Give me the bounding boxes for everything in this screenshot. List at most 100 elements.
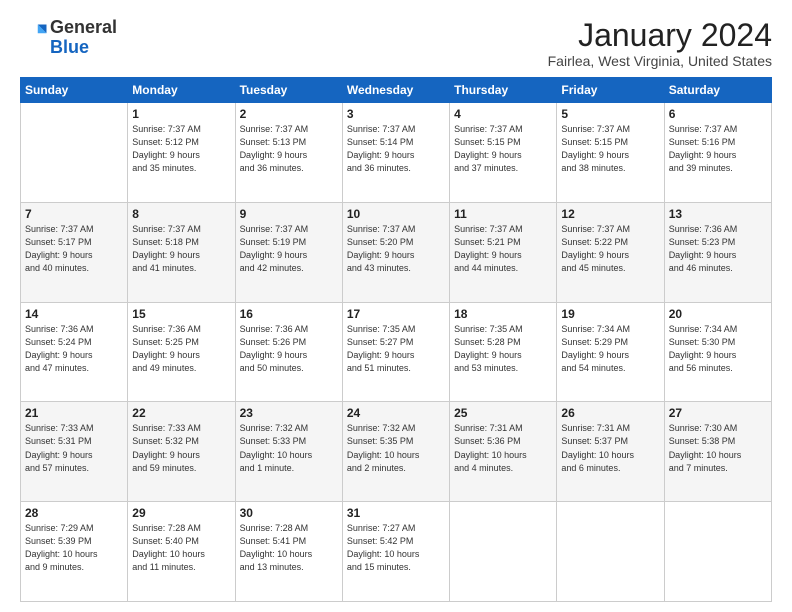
calendar-cell: 11 Sunrise: 7:37 AM Sunset: 5:21 PM Dayli… — [450, 202, 557, 302]
calendar-header-thursday: Thursday — [450, 78, 557, 103]
day-info: Sunrise: 7:35 AM Sunset: 5:28 PM Dayligh… — [454, 323, 552, 375]
calendar-week-row: 28 Sunrise: 7:29 AM Sunset: 5:39 PM Dayli… — [21, 502, 772, 602]
calendar-cell: 17 Sunrise: 7:35 AM Sunset: 5:27 PM Dayli… — [342, 302, 449, 402]
calendar-cell: 20 Sunrise: 7:34 AM Sunset: 5:30 PM Dayli… — [664, 302, 771, 402]
day-info: Sunrise: 7:28 AM Sunset: 5:40 PM Dayligh… — [132, 522, 230, 574]
day-number: 12 — [561, 207, 659, 221]
calendar-cell: 24Sunrise: 7:32 AM Sunset: 5:35 PM Dayli… — [342, 402, 449, 502]
calendar-week-row: 7 Sunrise: 7:37 AM Sunset: 5:17 PM Daylig… — [21, 202, 772, 302]
page: General Blue January 2024 Fairlea, West … — [0, 0, 792, 612]
calendar-cell — [664, 502, 771, 602]
day-number: 7 — [25, 207, 123, 221]
day-number: 22 — [132, 406, 230, 420]
day-number: 15 — [132, 307, 230, 321]
day-info: Sunrise: 7:37 AM Sunset: 5:15 PM Dayligh… — [561, 123, 659, 175]
day-number: 29 — [132, 506, 230, 520]
calendar-cell: 9 Sunrise: 7:37 AM Sunset: 5:19 PM Daylig… — [235, 202, 342, 302]
month-title: January 2024 — [548, 18, 772, 53]
day-info: Sunrise: 7:37 AM Sunset: 5:14 PM Dayligh… — [347, 123, 445, 175]
calendar-cell — [21, 103, 128, 203]
calendar-cell: 2Sunrise: 7:37 AM Sunset: 5:13 PM Daylig… — [235, 103, 342, 203]
day-info: Sunrise: 7:34 AM Sunset: 5:29 PM Dayligh… — [561, 323, 659, 375]
calendar-cell: 26 Sunrise: 7:31 AM Sunset: 5:37 PM Dayli… — [557, 402, 664, 502]
day-info: Sunrise: 7:35 AM Sunset: 5:27 PM Dayligh… — [347, 323, 445, 375]
day-info: Sunrise: 7:30 AM Sunset: 5:38 PM Dayligh… — [669, 422, 767, 474]
day-info: Sunrise: 7:36 AM Sunset: 5:23 PM Dayligh… — [669, 223, 767, 275]
day-info: Sunrise: 7:37 AM Sunset: 5:15 PM Dayligh… — [454, 123, 552, 175]
calendar-table: SundayMondayTuesdayWednesdayThursdayFrid… — [20, 77, 772, 602]
day-info: Sunrise: 7:37 AM Sunset: 5:19 PM Dayligh… — [240, 223, 338, 275]
day-number: 2 — [240, 107, 338, 121]
location-title: Fairlea, West Virginia, United States — [548, 53, 772, 69]
logo-blue: Blue — [50, 37, 89, 57]
day-number: 17 — [347, 307, 445, 321]
day-info: Sunrise: 7:37 AM Sunset: 5:21 PM Dayligh… — [454, 223, 552, 275]
day-number: 18 — [454, 307, 552, 321]
day-number: 6 — [669, 107, 767, 121]
day-number: 4 — [454, 107, 552, 121]
calendar-cell: 14 Sunrise: 7:36 AM Sunset: 5:24 PM Dayli… — [21, 302, 128, 402]
calendar-cell: 31 Sunrise: 7:27 AM Sunset: 5:42 PM Dayli… — [342, 502, 449, 602]
day-number: 23 — [240, 406, 338, 420]
calendar-header-saturday: Saturday — [664, 78, 771, 103]
day-number: 28 — [25, 506, 123, 520]
calendar-cell: 27 Sunrise: 7:30 AM Sunset: 5:38 PM Dayli… — [664, 402, 771, 502]
calendar-cell: 28 Sunrise: 7:29 AM Sunset: 5:39 PM Dayli… — [21, 502, 128, 602]
day-info: Sunrise: 7:37 AM Sunset: 5:18 PM Dayligh… — [132, 223, 230, 275]
calendar-week-row: 21Sunrise: 7:33 AM Sunset: 5:31 PM Dayli… — [21, 402, 772, 502]
calendar-cell: 29 Sunrise: 7:28 AM Sunset: 5:40 PM Dayli… — [128, 502, 235, 602]
logo-general: General — [50, 17, 117, 37]
calendar-cell: 21Sunrise: 7:33 AM Sunset: 5:31 PM Dayli… — [21, 402, 128, 502]
calendar-cell: 8 Sunrise: 7:37 AM Sunset: 5:18 PM Daylig… — [128, 202, 235, 302]
calendar-header-friday: Friday — [557, 78, 664, 103]
day-number: 20 — [669, 307, 767, 321]
day-info: Sunrise: 7:36 AM Sunset: 5:26 PM Dayligh… — [240, 323, 338, 375]
header: General Blue January 2024 Fairlea, West … — [20, 18, 772, 69]
calendar-cell — [557, 502, 664, 602]
calendar-cell: 13 Sunrise: 7:36 AM Sunset: 5:23 PM Dayli… — [664, 202, 771, 302]
logo-icon — [22, 21, 50, 49]
day-number: 19 — [561, 307, 659, 321]
day-number: 5 — [561, 107, 659, 121]
day-info: Sunrise: 7:28 AM Sunset: 5:41 PM Dayligh… — [240, 522, 338, 574]
day-number: 9 — [240, 207, 338, 221]
day-info: Sunrise: 7:37 AM Sunset: 5:12 PM Dayligh… — [132, 123, 230, 175]
calendar-header-row: SundayMondayTuesdayWednesdayThursdayFrid… — [21, 78, 772, 103]
calendar-header-wednesday: Wednesday — [342, 78, 449, 103]
day-number: 10 — [347, 207, 445, 221]
day-number: 1 — [132, 107, 230, 121]
calendar-week-row: 1 Sunrise: 7:37 AM Sunset: 5:12 PM Daylig… — [21, 103, 772, 203]
calendar-cell: 7 Sunrise: 7:37 AM Sunset: 5:17 PM Daylig… — [21, 202, 128, 302]
day-number: 26 — [561, 406, 659, 420]
day-info: Sunrise: 7:37 AM Sunset: 5:22 PM Dayligh… — [561, 223, 659, 275]
day-info: Sunrise: 7:27 AM Sunset: 5:42 PM Dayligh… — [347, 522, 445, 574]
day-number: 11 — [454, 207, 552, 221]
calendar-cell: 15Sunrise: 7:36 AM Sunset: 5:25 PM Dayli… — [128, 302, 235, 402]
day-info: Sunrise: 7:37 AM Sunset: 5:17 PM Dayligh… — [25, 223, 123, 275]
day-info: Sunrise: 7:36 AM Sunset: 5:24 PM Dayligh… — [25, 323, 123, 375]
day-number: 30 — [240, 506, 338, 520]
calendar-cell: 25Sunrise: 7:31 AM Sunset: 5:36 PM Dayli… — [450, 402, 557, 502]
day-number: 13 — [669, 207, 767, 221]
calendar-cell: 16Sunrise: 7:36 AM Sunset: 5:26 PM Dayli… — [235, 302, 342, 402]
day-info: Sunrise: 7:34 AM Sunset: 5:30 PM Dayligh… — [669, 323, 767, 375]
calendar-cell: 12 Sunrise: 7:37 AM Sunset: 5:22 PM Dayli… — [557, 202, 664, 302]
calendar-cell: 10 Sunrise: 7:37 AM Sunset: 5:20 PM Dayli… — [342, 202, 449, 302]
day-info: Sunrise: 7:31 AM Sunset: 5:37 PM Dayligh… — [561, 422, 659, 474]
day-info: Sunrise: 7:37 AM Sunset: 5:20 PM Dayligh… — [347, 223, 445, 275]
day-info: Sunrise: 7:29 AM Sunset: 5:39 PM Dayligh… — [25, 522, 123, 574]
title-block: January 2024 Fairlea, West Virginia, Uni… — [548, 18, 772, 69]
day-number: 24 — [347, 406, 445, 420]
day-info: Sunrise: 7:31 AM Sunset: 5:36 PM Dayligh… — [454, 422, 552, 474]
calendar-header-monday: Monday — [128, 78, 235, 103]
calendar-cell: 6 Sunrise: 7:37 AM Sunset: 5:16 PM Daylig… — [664, 103, 771, 203]
calendar-header-tuesday: Tuesday — [235, 78, 342, 103]
day-number: 27 — [669, 406, 767, 420]
day-number: 31 — [347, 506, 445, 520]
day-number: 8 — [132, 207, 230, 221]
day-info: Sunrise: 7:37 AM Sunset: 5:16 PM Dayligh… — [669, 123, 767, 175]
calendar-cell: 19 Sunrise: 7:34 AM Sunset: 5:29 PM Dayli… — [557, 302, 664, 402]
calendar-cell: 23Sunrise: 7:32 AM Sunset: 5:33 PM Dayli… — [235, 402, 342, 502]
day-number: 14 — [25, 307, 123, 321]
calendar-cell: 30 Sunrise: 7:28 AM Sunset: 5:41 PM Dayli… — [235, 502, 342, 602]
